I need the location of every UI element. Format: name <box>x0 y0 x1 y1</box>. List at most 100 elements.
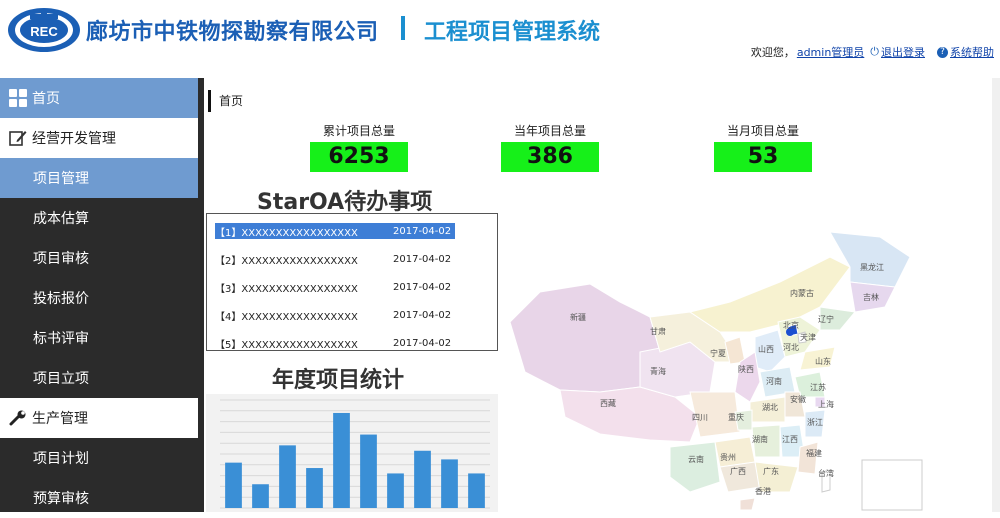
bar-chart-svg <box>220 399 490 509</box>
map-region-label: 山西 <box>758 344 774 354</box>
sidebar-item-label: 投标报价 <box>33 291 89 307</box>
map-region-label: 湖南 <box>752 434 768 444</box>
map-region-xinjiang <box>509 283 661 393</box>
yearly-bar-chart <box>206 394 498 512</box>
stat-value: 6253 <box>310 142 408 172</box>
map-region-label: 新疆 <box>570 312 586 322</box>
map-region-hainan <box>739 497 756 511</box>
welcome-text: 欢迎您， <box>750 46 795 59</box>
help-icon: ? <box>937 46 948 58</box>
chart-bar <box>414 450 431 508</box>
edit-icon <box>8 128 28 148</box>
map-region-label: 甘肃 <box>650 326 666 336</box>
china-map[interactable]: 黑龙江 吉林 辽宁 内蒙古 北京 天津 河北 山西 山东 新疆 甘肃 宁夏 陕西 河南 青海 江苏 安徽 上海 湖北… <box>500 212 928 512</box>
todo-list: 【1】XXXXXXXXXXXXXXXXX 2017-04-02 【2】XXXXXX… <box>206 213 498 351</box>
sidebar-group-production[interactable]: 生产管理 <box>0 398 198 438</box>
map-region-label: 陕西 <box>738 364 754 374</box>
todo-title: StarOA待办事项 <box>257 190 433 215</box>
map-region-label: 台湾 <box>818 468 834 478</box>
chart-bar <box>306 468 323 508</box>
map-region-label: 上海 <box>818 399 834 409</box>
map-region-yunnan <box>669 441 721 493</box>
sidebar-item-project-review[interactable]: 项目审核 <box>0 238 198 278</box>
map-region-label: 山东 <box>815 356 831 366</box>
todo-item[interactable]: 【2】XXXXXXXXXXXXXXXXX 2017-04-02 <box>215 251 455 267</box>
help-link[interactable]: 系统帮助 <box>950 44 994 60</box>
logout-link[interactable]: 退出登录 <box>881 44 925 60</box>
stat-year-projects: 当年项目总量 386 <box>501 122 599 172</box>
map-region-label: 湖北 <box>762 403 778 412</box>
todo-item-date: 2017-04-02 <box>393 281 452 293</box>
todo-item-date: 2017-04-02 <box>393 253 452 265</box>
map-region-label: 西藏 <box>600 398 616 408</box>
stat-label: 当月项目总量 <box>726 124 799 138</box>
todo-item-date: 2017-04-02 <box>393 337 452 349</box>
yearly-stats-title: 年度项目统计 <box>272 368 405 393</box>
power-icon: ⏻ <box>870 45 879 58</box>
stat-label: 累计项目总量 <box>322 124 395 138</box>
sidebar-item-label: 项目计划 <box>33 451 89 467</box>
right-scroll-strip <box>992 78 1000 512</box>
todo-item-date: 2017-04-02 <box>393 225 452 237</box>
todo-item-text: 【5】XXXXXXXXXXXXXXXXX <box>215 339 358 351</box>
company-name: 廊坊市中铁物探勘察有限公司 <box>86 20 379 45</box>
sidebar-item-label: 预算审核 <box>33 491 89 507</box>
chart-bar <box>225 462 242 508</box>
todo-item[interactable]: 【3】XXXXXXXXXXXXXXXXX 2017-04-02 <box>215 279 455 295</box>
map-region-label: 北京 <box>783 320 799 330</box>
sidebar-item-label: 成本估算 <box>33 211 89 227</box>
map-region-label: 江西 <box>782 435 798 444</box>
chart-bar <box>387 473 404 508</box>
map-region-label: 贵州 <box>720 452 736 462</box>
map-region-label: 青海 <box>650 366 666 376</box>
user-link[interactable]: admin管理员 <box>797 44 864 60</box>
stat-value: 53 <box>714 142 812 172</box>
system-title: 工程项目管理系统 <box>424 20 601 45</box>
sidebar-item-project-setup[interactable]: 项目立项 <box>0 358 198 398</box>
sidebar-item-label: 标书评审 <box>33 331 89 347</box>
sidebar-item-bid-quote[interactable]: 投标报价 <box>0 278 198 318</box>
map-region-label: 浙江 <box>807 417 823 427</box>
stat-total-projects: 累计项目总量 6253 <box>310 122 408 172</box>
sidebar-item-label: 项目立项 <box>33 371 89 387</box>
grid-icon <box>8 88 28 108</box>
sidebar-item-label: 项目管理 <box>33 171 89 187</box>
map-region-label: 福建 <box>806 448 822 458</box>
south-sea-inset <box>861 459 923 511</box>
sidebar-group-label: 生产管理 <box>32 411 88 427</box>
sidebar-item-project-plan[interactable]: 项目计划 <box>0 438 198 478</box>
map-region-label: 四川 <box>692 413 708 422</box>
company-logo: REC <box>8 8 80 52</box>
chart-bar <box>333 412 350 508</box>
main-content: 首页 累计项目总量 6253 当年项目总量 386 当月项目总量 53 Star… <box>204 80 992 512</box>
sidebar-item-project-management[interactable]: 项目管理 <box>0 158 198 198</box>
sidebar-item-label: 首页 <box>32 91 60 107</box>
sidebar-group-business[interactable]: 经营开发管理 <box>0 118 198 158</box>
sidebar-item-budget-review[interactable]: 预算审核 <box>0 478 198 518</box>
sidebar-item-cost-estimate[interactable]: 成本估算 <box>0 198 198 238</box>
chart-bar <box>441 459 458 508</box>
todo-item-date: 2017-04-02 <box>393 309 452 321</box>
todo-item-text: 【1】XXXXXXXXXXXXXXXXX <box>215 227 358 239</box>
map-region-label: 安徽 <box>790 394 806 404</box>
chart-bar <box>360 434 377 508</box>
map-region-label: 广东 <box>763 466 779 476</box>
sidebar-item-tender-review[interactable]: 标书评审 <box>0 318 198 358</box>
map-region-label: 天津 <box>800 332 816 342</box>
todo-item-text: 【2】XXXXXXXXXXXXXXXXX <box>215 255 358 267</box>
map-region-label: 宁夏 <box>710 348 726 358</box>
chart-bar <box>468 473 485 508</box>
todo-item[interactable]: 【4】XXXXXXXXXXXXXXXXX 2017-04-02 <box>215 307 455 323</box>
map-region-fujian <box>797 441 819 475</box>
user-bar: 欢迎您， admin管理员 ⏻ 退出登录 ? 系统帮助 <box>751 44 994 60</box>
wrench-icon <box>8 408 28 428</box>
sidebar-item-home[interactable]: 首页 <box>0 78 198 118</box>
sidebar-item-label: 项目审核 <box>33 251 89 267</box>
todo-item[interactable]: 【1】XXXXXXXXXXXXXXXXX 2017-04-02 <box>215 223 455 239</box>
todo-item[interactable]: 【5】XXXXXXXXXXXXXXXXX 2017-04-02 <box>215 335 455 351</box>
chart-bar <box>279 445 296 508</box>
todo-item-text: 【4】XXXXXXXXXXXXXXXXX <box>215 311 358 323</box>
china-map-svg: 黑龙江吉林辽宁 内蒙古北京天津河北山西山东 新疆甘肃宁夏陕西河南 青海江苏安徽上海 湖北… <box>509 231 923 511</box>
map-region-heilongjiang <box>829 231 911 288</box>
sidebar: 首页 经营开发管理 项目管理 成本估算 项目审核 投标报价 标书评审 项目立项 … <box>0 78 198 512</box>
